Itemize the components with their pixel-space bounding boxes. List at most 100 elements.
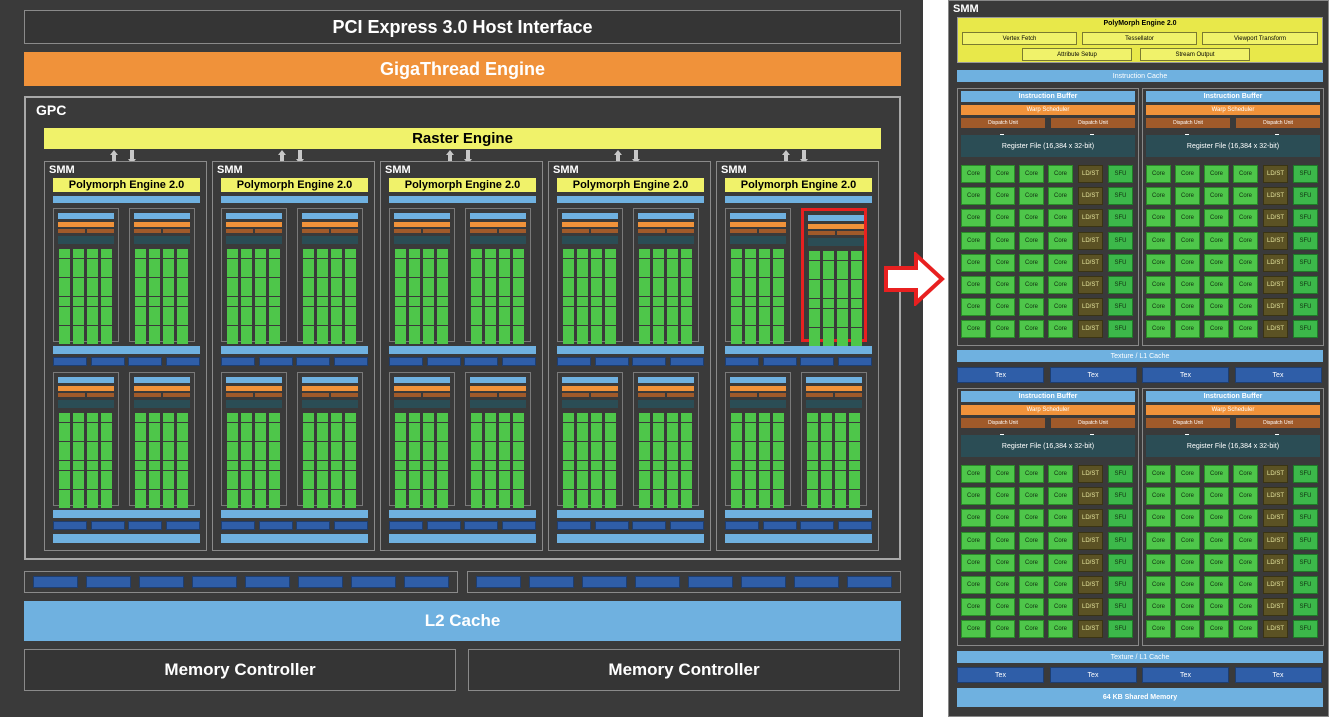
smm-processing-block: Instruction Buffer Warp Scheduler Dispatch… xyxy=(1142,388,1324,646)
tex-unit xyxy=(296,521,330,530)
core-cell xyxy=(821,470,832,480)
tex-unit: Tex xyxy=(1142,667,1229,683)
core-cell xyxy=(563,480,574,490)
core-unit: Core xyxy=(1204,531,1229,550)
core-cell xyxy=(409,306,420,316)
core-cell xyxy=(759,461,770,470)
core-cell xyxy=(331,287,342,297)
core-cell xyxy=(563,499,574,509)
register-file: Register File (16,384 x 32-bit) xyxy=(1146,435,1320,457)
core-cell xyxy=(101,287,112,297)
core-cell xyxy=(591,249,602,258)
tex-unit xyxy=(128,357,162,366)
sfu-unit: SFU xyxy=(1293,231,1318,250)
down-arrow-icon xyxy=(1183,128,1191,141)
register-file-bar xyxy=(394,400,450,408)
core-cell xyxy=(345,441,356,451)
core-unit: Core xyxy=(1175,165,1200,183)
core-cell xyxy=(177,470,188,480)
core-cell xyxy=(653,441,664,451)
memory-interface-unit xyxy=(351,576,396,588)
smm-quad xyxy=(725,372,791,509)
core-cell xyxy=(303,480,314,490)
core-cell xyxy=(591,480,602,490)
core-cell xyxy=(851,308,862,318)
dispatch-unit-bar xyxy=(163,393,190,397)
core-cell xyxy=(591,422,602,432)
core-cell xyxy=(395,441,406,451)
core-cell xyxy=(409,461,420,470)
core-cell xyxy=(409,249,420,258)
core-cell xyxy=(605,258,616,268)
core-cell xyxy=(485,461,496,470)
core-cell xyxy=(681,480,692,490)
core-cell xyxy=(667,461,678,470)
core-cell xyxy=(163,316,174,326)
core-cell xyxy=(423,306,434,316)
instruction-buffer-bar xyxy=(470,377,526,383)
core-cell xyxy=(513,422,524,432)
core-cell xyxy=(269,432,280,442)
register-file-bar xyxy=(638,236,694,244)
core-cell xyxy=(227,268,238,278)
core-cell xyxy=(499,325,510,335)
core-cell xyxy=(667,335,678,345)
core-cell xyxy=(773,316,784,326)
smm-block: SMM Polymorph Engine 2.0 xyxy=(212,161,375,551)
tex-unit xyxy=(165,521,200,530)
core-cell xyxy=(835,432,846,442)
core-unit: Core xyxy=(1175,298,1200,317)
texture-cache-bar xyxy=(557,510,704,518)
core-cell xyxy=(591,441,602,451)
instruction-cache-bar xyxy=(389,196,536,203)
register-file-bar xyxy=(562,236,618,244)
core-cell xyxy=(269,422,280,432)
core-cell xyxy=(149,277,160,287)
ldst-unit: LD/ST xyxy=(1078,276,1103,294)
core-unit: Core xyxy=(990,465,1015,483)
core-unit: Core xyxy=(1233,598,1258,617)
core-cell xyxy=(345,489,356,499)
core-cell xyxy=(345,432,356,442)
core-cell xyxy=(563,306,574,316)
core-cell xyxy=(87,325,98,335)
core-cell xyxy=(331,480,342,490)
core-cell xyxy=(667,258,678,268)
core-cell xyxy=(317,325,328,335)
core-cell xyxy=(837,270,848,280)
register-file-bar xyxy=(226,236,282,244)
ldst-unit: LD/ST xyxy=(1263,509,1288,528)
core-cell xyxy=(823,260,834,270)
core-cell xyxy=(639,297,650,306)
core-cell xyxy=(485,287,496,297)
shared-memory: 64 KB Shared Memory xyxy=(957,688,1323,707)
core-cell xyxy=(577,258,588,268)
core-cell xyxy=(269,306,280,316)
core-cell xyxy=(471,268,482,278)
core-cell xyxy=(513,316,524,326)
core-cell xyxy=(485,489,496,499)
memory-interface-unit xyxy=(582,576,627,588)
core-cell xyxy=(591,461,602,470)
core-cell xyxy=(241,297,252,306)
core-cell xyxy=(773,268,784,278)
core-cell xyxy=(471,287,482,297)
core-cell xyxy=(149,335,160,345)
core-cell xyxy=(255,422,266,432)
core-cell xyxy=(835,413,846,422)
core-cell xyxy=(163,249,174,258)
core-unit: Core xyxy=(1019,187,1044,206)
dispatch-unit-bar xyxy=(562,393,589,397)
polymorph-engine: Polymorph Engine 2.0 xyxy=(389,178,536,192)
core-cell xyxy=(59,316,70,326)
core-cell xyxy=(227,422,238,432)
core-cell xyxy=(745,249,756,258)
memory-interface-unit xyxy=(86,576,131,588)
core-cell xyxy=(241,461,252,470)
core-unit: Core xyxy=(1233,209,1258,228)
core-cell xyxy=(87,441,98,451)
core-cell xyxy=(667,480,678,490)
core-unit: Core xyxy=(961,298,986,317)
smm-quad xyxy=(389,208,455,345)
register-file-bar xyxy=(470,236,526,244)
